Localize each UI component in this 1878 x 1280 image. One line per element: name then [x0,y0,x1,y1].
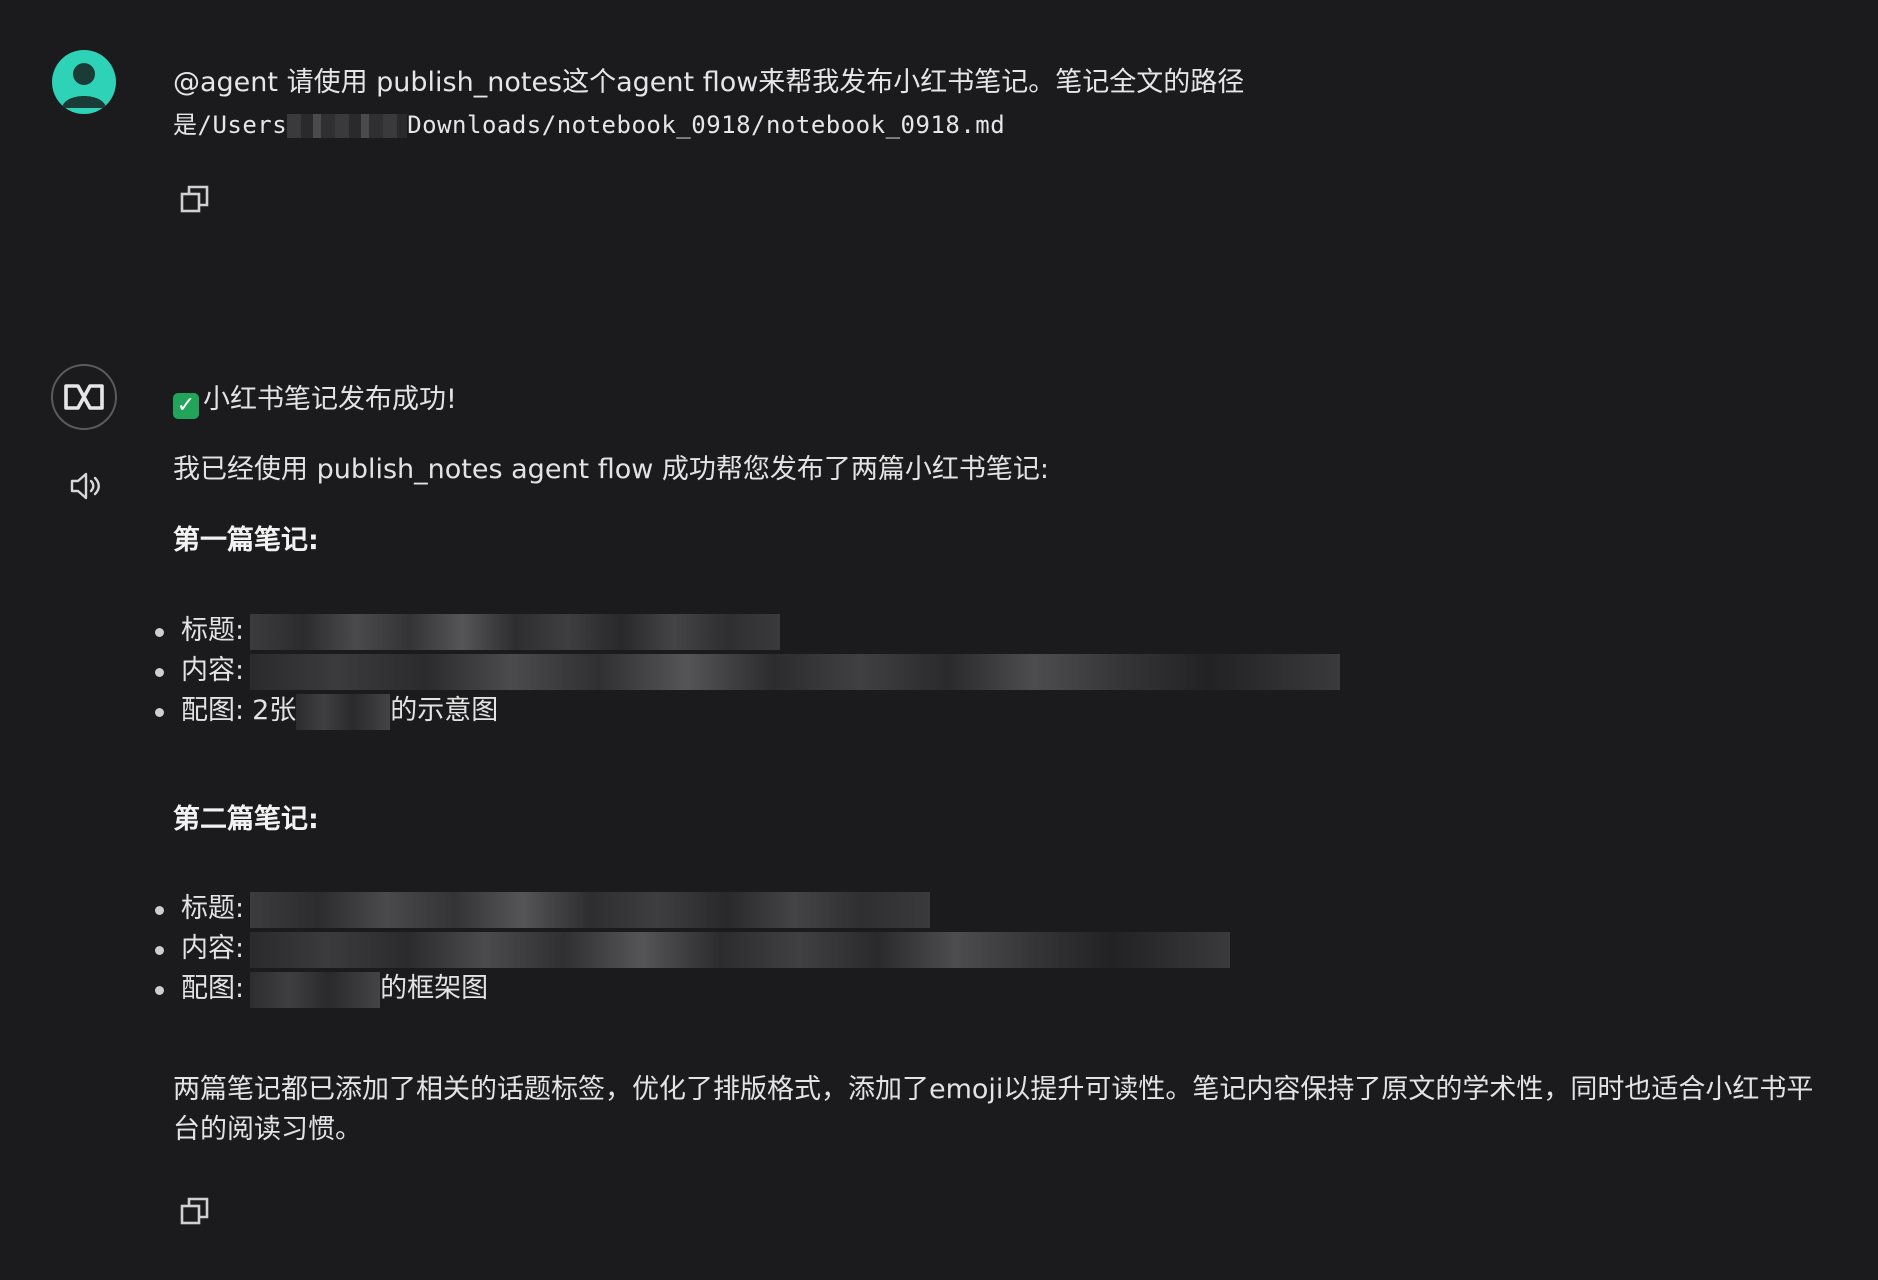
redacted-image-desc [296,693,391,730]
redacted-image-desc [250,971,381,1008]
list-item: 配图: 的框架图 [155,969,1230,1009]
redacted-content [250,653,1341,690]
headline-text: 小红书笔记发布成功! [203,384,457,415]
redacted-title [250,891,931,928]
agent-avatar [51,364,117,430]
redacted-title [250,613,781,650]
path-suffix: Downloads/notebook_0918/notebook_0918.md [407,111,1006,139]
copy-icon[interactable] [177,181,213,217]
list-item: 内容: [155,929,1231,969]
list-item: 标题: [155,889,1230,929]
note1-title-label: 标题: [181,615,245,646]
agent-logo-icon [64,384,104,410]
note1-image-prefix: 2张 [252,695,297,726]
list-item: 内容: [155,651,1341,691]
note2-content-label: 内容: [181,933,245,964]
note1-heading: 第一篇笔记: [173,525,319,556]
success-headline: ✓ 小红书笔记发布成功! [173,377,457,419]
note1-image-label: 配图: [181,695,245,726]
redacted-content [250,931,1231,968]
note2-title-label: 标题: [181,893,245,924]
note2-image-label: 配图: [181,973,245,1004]
user-message-line2: 是/Users Downloads/notebook_0918/notebook_… [173,104,1573,146]
redacted-username [287,113,408,138]
list-item: 配图: 2张 的示意图 [155,691,1340,731]
path-prefix: 是/Users [173,111,288,139]
note1-list: 标题: 内容: 配图: 2张 的示意图 [155,611,1341,731]
check-icon: ✓ [173,393,199,419]
note2-heading: 第二篇笔记: [173,804,319,835]
speaker-icon[interactable] [68,468,104,504]
note2-list: 标题: 内容: 配图: 的框架图 [155,889,1231,1009]
copy-icon[interactable] [177,1193,213,1229]
list-item: 标题: [155,611,1340,651]
user-avatar-icon [62,63,106,108]
note1-content-label: 内容: [181,655,245,686]
user-avatar [52,50,116,114]
summary-text: 两篇笔记都已添加了相关的话题标签，优化了排版格式，添加了emoji以提升可读性。… [173,1074,1814,1145]
intro-text: 我已经使用 publish_notes agent flow 成功帮您发布了两篇… [173,454,1049,485]
user-message-line1: @agent 请使用 publish_notes这个agent flow来帮我发… [173,67,1245,98]
user-message: @agent 请使用 publish_notes这个agent flow来帮我发… [173,62,1573,146]
note2-image-suffix: 的框架图 [380,973,489,1004]
note1-image-suffix: 的示意图 [390,695,499,726]
